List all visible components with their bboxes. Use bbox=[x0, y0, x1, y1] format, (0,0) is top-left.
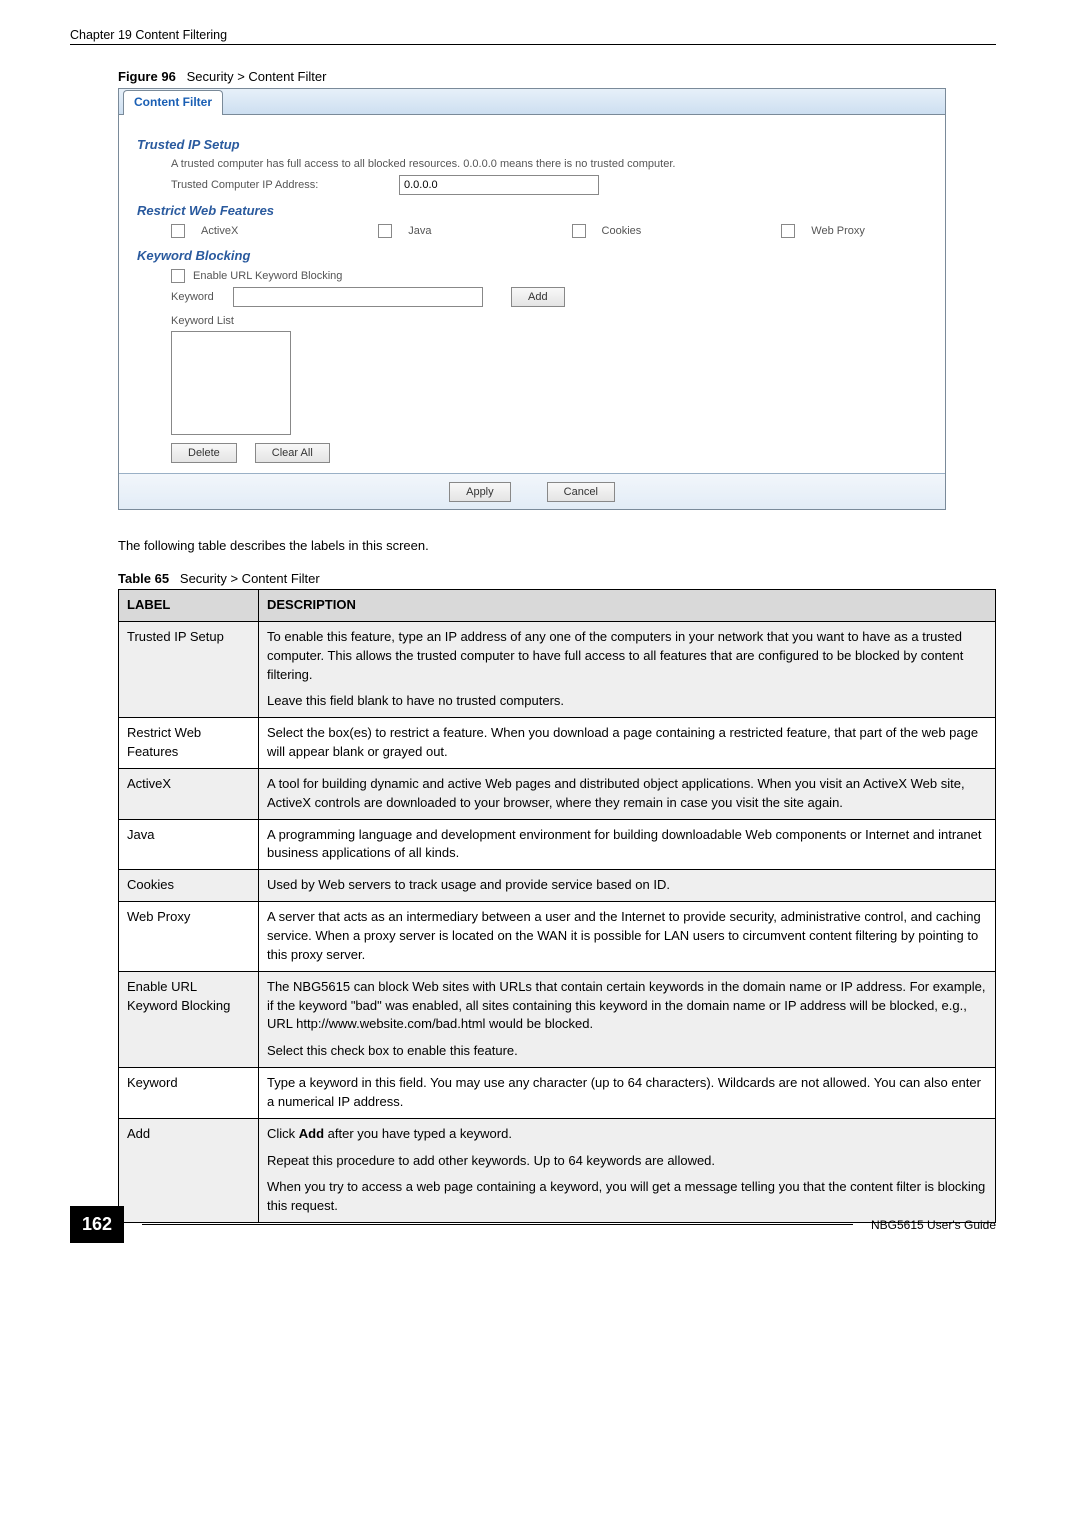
cookies-checkbox-wrap: Cookies bbox=[572, 224, 642, 238]
table-caption: Table 65 Security > Content Filter bbox=[118, 571, 996, 586]
table-row: ActiveXA tool for building dynamic and a… bbox=[119, 768, 996, 819]
table-row: CookiesUsed by Web servers to track usag… bbox=[119, 870, 996, 902]
trusted-help-text: A trusted computer has full access to al… bbox=[171, 158, 927, 170]
features-row: ActiveX Java Cookies Web Proxy bbox=[171, 224, 927, 238]
java-checkbox[interactable] bbox=[378, 224, 392, 238]
cell-description: Type a keyword in this field. You may us… bbox=[259, 1068, 996, 1119]
panel-body: Trusted IP Setup A trusted computer has … bbox=[119, 115, 945, 473]
page-number: 162 bbox=[70, 1206, 124, 1243]
cancel-button[interactable]: Cancel bbox=[547, 482, 615, 502]
cell-label: ActiveX bbox=[119, 768, 259, 819]
section-restrict: Restrict Web Features bbox=[137, 203, 927, 218]
cell-description: A tool for building dynamic and active W… bbox=[259, 768, 996, 819]
cell-description: Select the box(es) to restrict a feature… bbox=[259, 718, 996, 769]
header-rule bbox=[70, 44, 996, 45]
clear-all-button[interactable]: Clear All bbox=[255, 443, 330, 463]
screenshot-panel: Content Filter Trusted IP Setup A truste… bbox=[118, 88, 946, 510]
enable-keyword-checkbox[interactable] bbox=[171, 269, 185, 283]
page-footer: 162 NBG5615 User's Guide bbox=[0, 1206, 1066, 1243]
table-row: JavaA programming language and developme… bbox=[119, 819, 996, 870]
activex-checkbox-wrap: ActiveX bbox=[171, 224, 238, 238]
tab-content-filter[interactable]: Content Filter bbox=[123, 90, 223, 115]
cell-description: The NBG5615 can block Web sites with URL… bbox=[259, 971, 996, 1067]
cell-label: Enable URL Keyword Blocking bbox=[119, 971, 259, 1067]
section-keyword: Keyword Blocking bbox=[137, 248, 927, 263]
trusted-ip-input[interactable] bbox=[399, 175, 599, 195]
table-row: Restrict Web FeaturesSelect the box(es) … bbox=[119, 718, 996, 769]
tab-bar: Content Filter bbox=[119, 89, 945, 115]
trusted-ip-label: Trusted Computer IP Address: bbox=[171, 179, 391, 191]
cell-description: Used by Web servers to track usage and p… bbox=[259, 870, 996, 902]
cell-label: Restrict Web Features bbox=[119, 718, 259, 769]
keyword-list-label: Keyword List bbox=[171, 315, 927, 327]
java-label: Java bbox=[408, 225, 431, 237]
webproxy-label: Web Proxy bbox=[811, 225, 865, 237]
description-table: LABEL DESCRIPTION Trusted IP SetupTo ena… bbox=[118, 589, 996, 1223]
cell-label: Web Proxy bbox=[119, 902, 259, 972]
cell-label: Cookies bbox=[119, 870, 259, 902]
enable-keyword-label: Enable URL Keyword Blocking bbox=[193, 270, 342, 282]
webproxy-checkbox-wrap: Web Proxy bbox=[781, 224, 865, 238]
table-row: Web ProxyA server that acts as an interm… bbox=[119, 902, 996, 972]
table-title: Security > Content Filter bbox=[180, 571, 320, 586]
table-row: Trusted IP SetupTo enable this feature, … bbox=[119, 621, 996, 717]
cell-label: Keyword bbox=[119, 1068, 259, 1119]
cookies-label: Cookies bbox=[602, 225, 642, 237]
keyword-input[interactable] bbox=[233, 287, 483, 307]
cell-description: A programming language and development e… bbox=[259, 819, 996, 870]
table-row: KeywordType a keyword in this field. You… bbox=[119, 1068, 996, 1119]
section-trusted-ip: Trusted IP Setup bbox=[137, 137, 927, 152]
intro-paragraph: The following table describes the labels… bbox=[118, 538, 996, 553]
apply-button[interactable]: Apply bbox=[449, 482, 511, 502]
figure-title: Security > Content Filter bbox=[187, 69, 327, 84]
cell-label: Java bbox=[119, 819, 259, 870]
th-description: DESCRIPTION bbox=[259, 590, 996, 622]
guide-name: NBG5615 User's Guide bbox=[871, 1218, 996, 1232]
cell-label: Trusted IP Setup bbox=[119, 621, 259, 717]
java-checkbox-wrap: Java bbox=[378, 224, 431, 238]
table-number: Table 65 bbox=[118, 571, 169, 586]
th-label: LABEL bbox=[119, 590, 259, 622]
table-row: Enable URL Keyword BlockingThe NBG5615 c… bbox=[119, 971, 996, 1067]
cookies-checkbox[interactable] bbox=[572, 224, 586, 238]
activex-label: ActiveX bbox=[201, 225, 238, 237]
figure-caption: Figure 96 Security > Content Filter bbox=[118, 69, 996, 84]
keyword-listbox[interactable] bbox=[171, 331, 291, 435]
add-button[interactable]: Add bbox=[511, 287, 565, 307]
cell-description: To enable this feature, type an IP addre… bbox=[259, 621, 996, 717]
webproxy-checkbox[interactable] bbox=[781, 224, 795, 238]
chapter-header: Chapter 19 Content Filtering bbox=[70, 28, 996, 42]
figure-number: Figure 96 bbox=[118, 69, 176, 84]
activex-checkbox[interactable] bbox=[171, 224, 185, 238]
cell-description: A server that acts as an intermediary be… bbox=[259, 902, 996, 972]
dialog-footer: Apply Cancel bbox=[119, 473, 945, 509]
delete-button[interactable]: Delete bbox=[171, 443, 237, 463]
footer-rule bbox=[142, 1224, 853, 1225]
keyword-field-label: Keyword bbox=[171, 291, 225, 303]
